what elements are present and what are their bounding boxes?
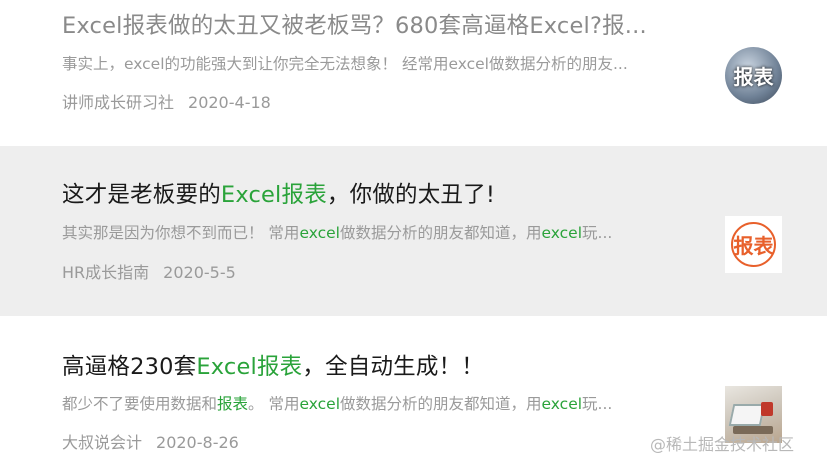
mug-image	[761, 402, 773, 416]
thumbnail-text: 报表	[733, 65, 774, 89]
summary-text: 。 常用	[248, 395, 300, 413]
summary-highlight: 报表	[217, 395, 249, 413]
article-summary: 都少不了要使用数据和报表。 常用excel做数据分析的朋友都知道，用excel玩…	[62, 392, 612, 414]
article-meta: 讲师成长研习社 2020-4-18	[62, 89, 271, 113]
title-text: 高逼格230套	[62, 354, 197, 380]
article-source: 大叔说会计	[62, 433, 143, 452]
summary-text: 都少不了要使用数据和	[62, 395, 218, 413]
title-text: 这才是老板要的	[62, 182, 221, 208]
article-source: 讲师成长研习社	[62, 93, 175, 112]
article-summary: 其实那是因为你想不到而已！ 常用excel做数据分析的朋友都知道，用excel玩…	[62, 221, 612, 243]
article-thumbnail[interactable]: 报表	[725, 216, 782, 273]
summary-highlight: excel	[541, 395, 583, 413]
article-meta: 大叔说会计 2020-8-26	[62, 429, 239, 453]
article-title[interactable]: 这才是老板要的Excel报表，你做的太丑了!	[62, 177, 495, 209]
article-date: 2020-5-5	[163, 263, 236, 282]
article-meta: HR成长指南 2020-5-5	[62, 259, 236, 283]
title-text: ，你做的太丑了!	[326, 182, 496, 208]
summary-text: 其实那是因为你想不到而已！ 常用	[62, 224, 300, 242]
watermark: @稀土掘金技术社区	[650, 435, 795, 454]
summary-text: 做数据分析的朋友都知道，用	[340, 395, 542, 413]
title-highlight: Excel报表	[220, 182, 327, 208]
summary-text: 做数据分析的朋友都知道，用	[339, 224, 542, 242]
summary-highlight: excel	[299, 395, 340, 413]
article-title[interactable]: 高逼格230套Excel报表，全自动生成！！	[62, 349, 484, 381]
article-item-1[interactable]: Excel报表做的太丑又被老板骂？680套高逼格Excel?报... 事实上，e…	[0, 0, 827, 140]
article-date: 2020-8-26	[156, 433, 239, 452]
summary-text: 玩...	[582, 224, 613, 242]
article-summary: 事实上，excel的功能强大到让你完全无法想象！ 经常用excel做数据分析的朋…	[62, 55, 628, 73]
summary-text: 玩...	[582, 395, 613, 413]
article-title[interactable]: Excel报表做的太丑又被老板骂？680套高逼格Excel?报...	[62, 8, 647, 40]
article-date: 2020-4-18	[188, 93, 271, 112]
summary-highlight: excel	[541, 224, 583, 242]
article-thumbnail[interactable]: 报表	[725, 47, 782, 104]
laptop-image	[728, 404, 766, 426]
title-highlight: Excel报表	[196, 354, 303, 380]
article-item-2[interactable]: 这才是老板要的Excel报表，你做的太丑了! 其实那是因为你想不到而已！ 常用e…	[0, 146, 827, 316]
summary-highlight: excel	[299, 224, 340, 242]
article-source: HR成长指南	[62, 263, 150, 282]
thumbnail-text: 报表	[733, 234, 774, 258]
title-text: ，全自动生成！！	[302, 354, 484, 380]
